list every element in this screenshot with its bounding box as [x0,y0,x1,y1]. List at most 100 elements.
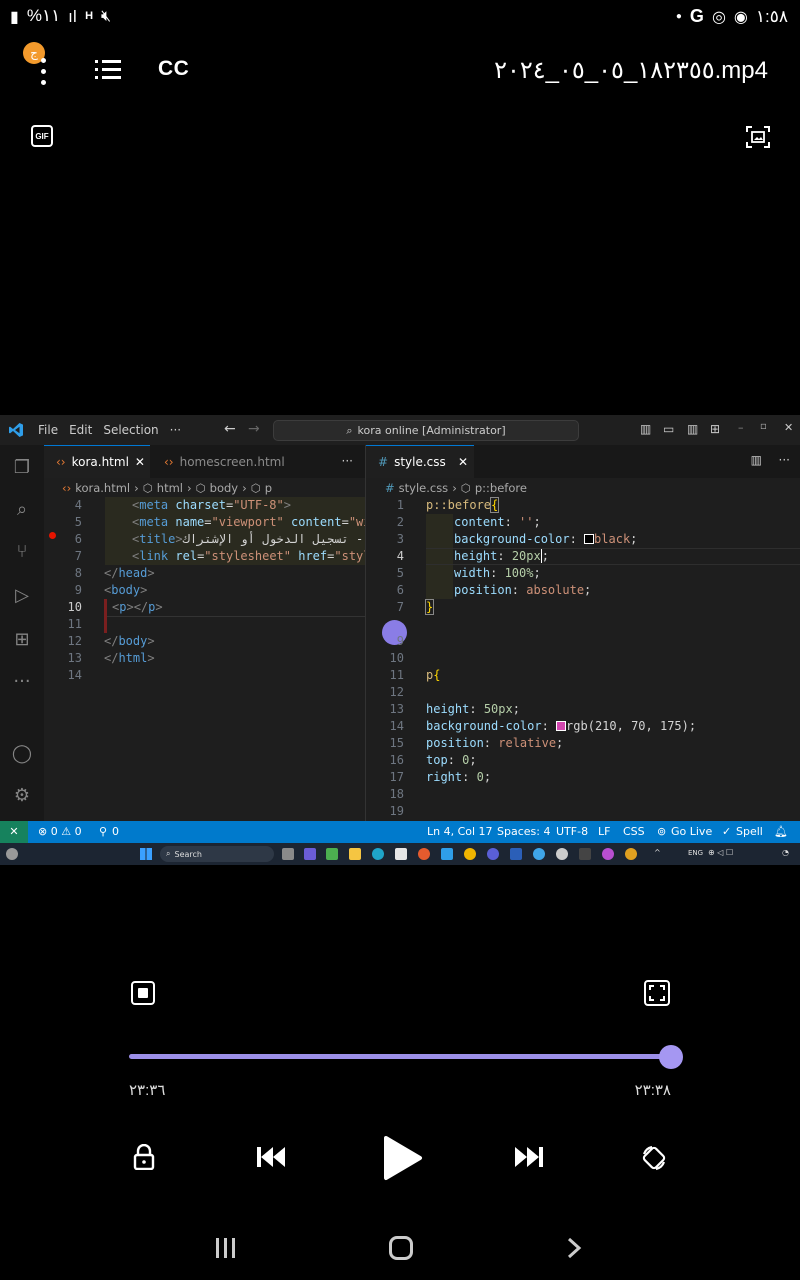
language-mode[interactable]: CSS [623,825,645,838]
split-editor-icon[interactable]: ▥ [751,453,762,467]
command-center-search[interactable]: ⌕ kora online [Administrator] [273,420,579,441]
source-control-icon[interactable]: ⑂ [11,541,33,563]
extensions-icon[interactable]: ⊞ [11,629,33,651]
remote-icon[interactable]: ✕ [0,821,28,843]
home-icon[interactable] [389,1236,413,1260]
menu-edit[interactable]: Edit [69,423,92,437]
seek-bar[interactable] [129,1054,671,1059]
indentation[interactable]: Spaces: 4 [497,825,550,838]
notification-icon[interactable]: ◔ [782,848,789,857]
explorer-icon[interactable]: ❐ [11,457,33,479]
run-debug-icon[interactable]: ▷ [11,585,33,607]
css-editor[interactable]: 1 p::before{ 2 content: ''; 3 background-co… [366,497,800,821]
tab-label: style.css [394,455,446,469]
file-explorer-icon[interactable] [349,848,361,860]
account-icon[interactable]: ◯ [11,743,33,765]
search-view-icon[interactable]: ⌕ [11,499,33,521]
menu-file[interactable]: File [38,423,58,437]
go-live-button[interactable]: Go Live [671,825,712,838]
menu-more[interactable]: ··· [170,423,181,437]
windows-start-icon[interactable] [140,848,152,860]
close-tab-icon[interactable]: ✕ [135,455,145,469]
crumb-body[interactable]: body [210,481,238,495]
tray-chevron-icon[interactable]: ^ [654,848,661,857]
ports-icon[interactable]: ⚲ [99,825,107,838]
color-swatch-black[interactable] [584,534,595,544]
crumb-html[interactable]: html [157,481,183,495]
lock-icon[interactable] [133,1144,155,1170]
crumb-p[interactable]: p [265,481,272,495]
more-views-icon[interactable]: ··· [11,671,33,693]
color-swatch-pink[interactable] [556,721,567,731]
editor-more-icon[interactable]: ··· [779,453,790,467]
app-icon[interactable] [418,848,430,860]
store-icon[interactable] [395,848,407,860]
task-view-icon[interactable] [282,848,294,860]
app-icon[interactable] [533,848,545,860]
app-icon[interactable] [326,848,338,860]
crumb-rule[interactable]: p::before [475,481,527,495]
weather-icon[interactable] [6,848,18,860]
notifications-bell-icon[interactable]: 🔔︎ [774,825,788,838]
more-options-icon[interactable] [40,58,46,85]
next-icon[interactable] [513,1145,545,1169]
minimize-icon[interactable]: – [738,421,744,434]
html-file-icon: ‹› [56,455,66,469]
edge-icon[interactable] [372,848,384,860]
vscode-taskbar-icon[interactable] [441,848,453,860]
vscode-logo-icon [9,423,23,437]
toggle-secondary-icon[interactable]: ▥ [687,422,698,436]
tab-kora-html[interactable]: ‹› kora.html ✕ [44,445,150,478]
chrome-icon[interactable] [464,848,476,860]
google-icon: G [689,6,704,26]
gif-button[interactable]: GIF [31,125,53,147]
spell-button[interactable]: Spell [736,825,763,838]
tab-homescreen-html[interactable]: ‹› homescreen.html [152,445,292,478]
tray-icons[interactable]: ⊕ ◁ ☐ [708,848,733,857]
editor-more-icon[interactable]: ··· [342,454,353,468]
line-ending[interactable]: LF [598,825,610,838]
taskbar-search[interactable]: ⌕ Search [160,846,274,862]
problems-count[interactable]: ⊗ 0 ⚠ 0 [38,825,82,838]
search-label: kora online [Administrator] [357,424,506,437]
close-window-icon[interactable]: ✕ [784,421,793,434]
subtitles-button[interactable]: CC [158,57,189,81]
toggle-panel-icon[interactable]: ▭ [663,422,674,436]
check-icon: ✓ [722,825,732,838]
html-editor[interactable]: 4 <meta charset="UTF-8"> 5 <meta name="vie… [44,497,365,821]
screenshot-icon[interactable] [746,126,770,148]
seek-handle[interactable] [659,1045,683,1069]
cursor-position[interactable]: Ln 4, Col 17 [427,825,493,838]
vscode-titlebar: File Edit Selection ··· ← → ⌕ kora onlin… [0,415,800,445]
word-icon[interactable] [510,848,522,860]
back-icon[interactable] [566,1236,582,1260]
encoding[interactable]: UTF-8 [556,825,588,838]
forward-arrow-icon[interactable]: → [248,421,260,437]
app-icon[interactable] [602,848,614,860]
app-icon[interactable] [556,848,568,860]
teams-icon[interactable] [304,848,316,860]
settings-gear-icon[interactable]: ⚙ [11,785,33,807]
play-button[interactable] [383,1135,423,1181]
language-indicator[interactable]: ENG [688,849,703,857]
customize-layout-icon[interactable]: ⊞ [710,422,720,436]
crumb-file[interactable]: kora.html [75,481,130,495]
crumb-file[interactable]: style.css [399,481,449,495]
toggle-sidebar-icon[interactable]: ▥ [640,422,651,436]
app-icon[interactable] [487,848,499,860]
menu-selection[interactable]: Selection [103,423,158,437]
maximize-icon[interactable]: ▫ [760,421,767,432]
terminal-icon[interactable] [579,848,591,860]
back-arrow-icon[interactable]: ← [224,421,236,437]
picture-in-picture-button[interactable] [131,981,155,1005]
auto-rotate-icon[interactable] [640,1144,668,1172]
fullscreen-icon[interactable] [644,980,670,1006]
playlist-icon[interactable] [95,57,121,81]
chrome-icon[interactable] [625,848,637,860]
tab-style-css[interactable]: # style.css ✕ [366,445,474,478]
recent-apps-icon[interactable] [216,1238,236,1258]
previous-icon[interactable] [255,1145,287,1169]
ports-count[interactable]: 0 [112,825,119,838]
vscode-statusbar: ✕ ⊗ 0 ⚠ 0 ⚲ 0 Ln 4, Col 17 Spaces: 4 UTF… [0,821,800,843]
close-tab-icon[interactable]: ✕ [458,455,468,469]
